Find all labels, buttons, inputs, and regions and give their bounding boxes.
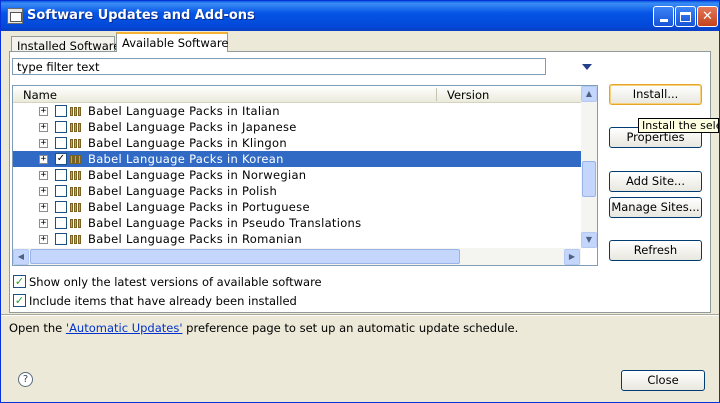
show-latest-label[interactable]: Show only the latest versions of availab…: [29, 275, 322, 289]
window-title: Software Updates and Add-ons: [27, 8, 255, 23]
row-checkbox[interactable]: [55, 233, 67, 245]
vertical-scroll-thumb[interactable]: [582, 161, 596, 197]
feature-group-icon: [70, 219, 83, 228]
row-label: Babel Language Packs in Japanese: [88, 120, 297, 134]
close-icon: ✕: [702, 9, 713, 24]
refresh-button[interactable]: Refresh: [609, 240, 702, 261]
tree-row[interactable]: + Babel Language Packs in Italian: [13, 103, 581, 119]
expand-icon[interactable]: +: [39, 139, 48, 148]
row-label: Babel Language Packs in Polish: [88, 184, 278, 198]
row-checkbox[interactable]: ✓: [55, 153, 67, 165]
row-label: Babel Language Packs in Romanian: [88, 232, 302, 246]
expand-icon[interactable]: +: [39, 235, 48, 244]
feature-group-icon: [70, 235, 83, 244]
scroll-right-icon[interactable]: ▶: [564, 249, 580, 265]
row-checkbox[interactable]: [55, 105, 67, 117]
close-window-button[interactable]: ✕: [697, 6, 718, 27]
install-button[interactable]: Install...: [609, 84, 702, 105]
horizontal-scrollbar[interactable]: ◀ ▶: [13, 248, 581, 265]
expand-icon[interactable]: +: [39, 155, 48, 164]
horizontal-scroll-thumb[interactable]: [30, 249, 460, 264]
maximize-icon: [680, 11, 691, 22]
column-header-version[interactable]: Version: [447, 88, 489, 102]
dialog-window: Software Updates and Add-ons ✕ Installed…: [0, 0, 720, 403]
tab-available-software[interactable]: Available Software: [116, 32, 228, 52]
row-checkbox[interactable]: [55, 121, 67, 133]
row-label: Babel Language Packs in Italian: [88, 104, 280, 118]
tree-row[interactable]: + Babel Language Packs in Norwegian: [13, 167, 581, 183]
info-text-after: preference page to set up an automatic u…: [182, 321, 519, 335]
row-checkbox[interactable]: [55, 201, 67, 213]
divider: [1, 314, 719, 316]
tree-header: Name Version: [13, 86, 581, 103]
expand-icon[interactable]: +: [39, 203, 48, 212]
include-installed-checkbox[interactable]: ✓: [13, 294, 26, 307]
filter-dropdown-icon[interactable]: [582, 64, 592, 70]
tree-row[interactable]: + Babel Language Packs in Polish: [13, 183, 581, 199]
automatic-updates-info: Open the 'Automatic Updates' preference …: [9, 321, 518, 335]
feature-group-icon: [70, 203, 83, 212]
expand-icon[interactable]: +: [39, 123, 48, 132]
close-button[interactable]: Close: [621, 370, 705, 391]
minimize-icon: [659, 19, 668, 22]
tree-row[interactable]: + Babel Language Packs in Pseudo Translat…: [13, 215, 581, 231]
row-checkbox[interactable]: [55, 137, 67, 149]
vertical-scrollbar[interactable]: ▲ ▼: [581, 86, 597, 248]
automatic-updates-link[interactable]: 'Automatic Updates': [66, 321, 183, 335]
row-label: Babel Language Packs in Korean: [88, 152, 284, 166]
tree-row[interactable]: + Babel Language Packs in Romanian: [13, 231, 581, 247]
expand-icon[interactable]: +: [39, 107, 48, 116]
scroll-left-icon[interactable]: ◀: [13, 249, 29, 265]
maximize-button[interactable]: [675, 6, 696, 27]
tree-row[interactable]: + Babel Language Packs in Japanese: [13, 119, 581, 135]
manage-sites-button[interactable]: Manage Sites...: [609, 197, 702, 218]
tree-row[interactable]: + ✓ Babel Language Packs in Korean: [13, 151, 581, 167]
feature-group-icon: [70, 123, 83, 132]
row-label: Babel Language Packs in Portuguese: [88, 200, 310, 214]
info-text-before: Open the: [9, 321, 66, 335]
tree-row[interactable]: + Babel Language Packs in Klingon: [13, 135, 581, 151]
row-checkbox[interactable]: [55, 185, 67, 197]
feature-group-icon: [70, 107, 83, 116]
help-icon[interactable]: ?: [18, 372, 33, 387]
software-tree: Name Version + Babel Language Packs in It…: [12, 85, 598, 266]
filter-input[interactable]: [12, 58, 546, 75]
column-separator[interactable]: [436, 88, 437, 101]
row-checkbox[interactable]: [55, 169, 67, 181]
feature-group-icon: [70, 155, 83, 164]
add-site-button[interactable]: Add Site...: [609, 171, 702, 192]
minimize-button[interactable]: [653, 6, 674, 27]
scroll-up-icon[interactable]: ▲: [581, 86, 597, 102]
feature-group-icon: [70, 187, 83, 196]
row-label: Babel Language Packs in Pseudo Translati…: [88, 216, 362, 230]
expand-icon[interactable]: +: [39, 171, 48, 180]
row-label: Babel Language Packs in Klingon: [88, 136, 287, 150]
title-bar[interactable]: Software Updates and Add-ons ✕: [1, 1, 719, 31]
column-header-name[interactable]: Name: [23, 88, 57, 102]
scroll-down-icon[interactable]: ▼: [581, 232, 597, 248]
expand-icon[interactable]: +: [39, 187, 48, 196]
feature-group-icon: [70, 171, 83, 180]
feature-group-icon: [70, 139, 83, 148]
tree-row[interactable]: + Babel Language Packs in Portuguese: [13, 199, 581, 215]
install-tooltip: Install the selec: [638, 118, 719, 133]
expand-icon[interactable]: +: [39, 219, 48, 228]
window-icon: [7, 8, 23, 24]
show-latest-checkbox[interactable]: ✓: [13, 275, 26, 288]
include-installed-label[interactable]: Include items that have already been ins…: [29, 294, 297, 308]
row-checkbox[interactable]: [55, 217, 67, 229]
tree-rows: + Babel Language Packs in Italian + Babel L…: [13, 103, 581, 247]
row-label: Babel Language Packs in Norwegian: [88, 168, 307, 182]
